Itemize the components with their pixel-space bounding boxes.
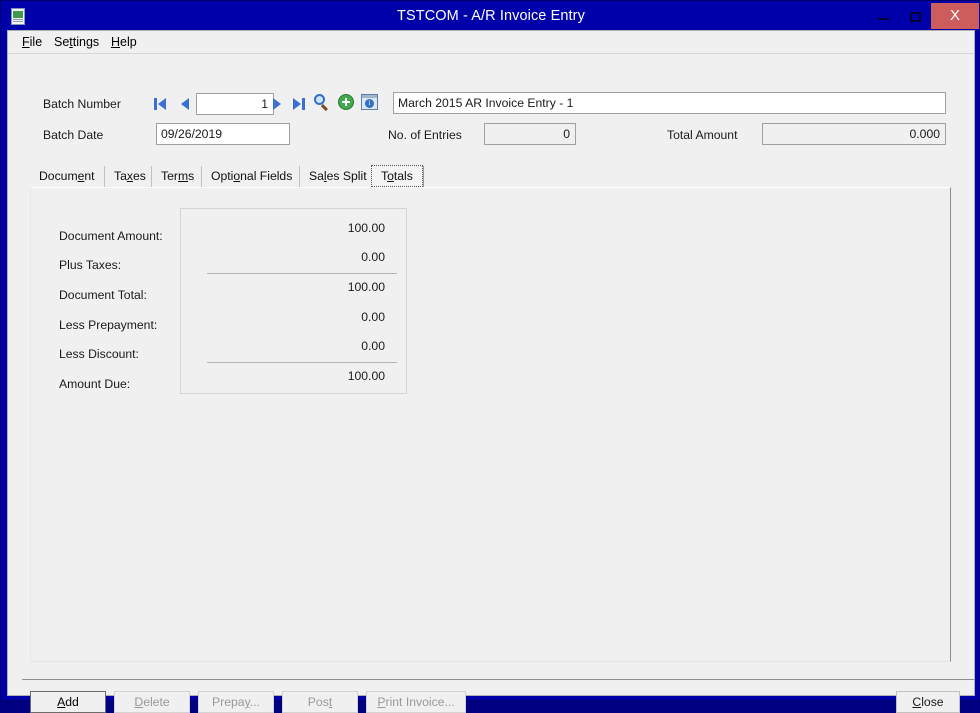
- totals-label: Document Total:: [59, 288, 147, 302]
- total-amount-value: 0.000: [762, 123, 946, 145]
- previous-record-icon[interactable]: [178, 95, 195, 113]
- close-window-button[interactable]: X: [931, 3, 979, 29]
- totals-label: Document Amount:: [59, 229, 163, 243]
- no-of-entries-label: No. of Entries: [388, 128, 462, 142]
- add-button[interactable]: Add: [30, 691, 106, 713]
- totals-value: 100.00: [347, 221, 385, 235]
- tab-label: Terms: [161, 169, 195, 183]
- totals-label: Less Discount:: [59, 347, 139, 361]
- totals-value: 0.00: [361, 250, 385, 264]
- no-of-entries-value: 0: [484, 123, 576, 145]
- batch-date-input[interactable]: 09/26/2019: [156, 123, 290, 145]
- batch-number-label: Batch Number: [43, 97, 121, 111]
- tab-taxes[interactable]: Taxes: [104, 166, 151, 187]
- client-area: File Settings Help Batch Number Batch Da…: [7, 30, 975, 713]
- total-amount-label: Total Amount: [667, 128, 738, 142]
- totals-value: 100.00: [347, 280, 385, 294]
- totals-label: Plus Taxes:: [59, 258, 122, 272]
- print-button: Print Invoice...: [366, 691, 466, 713]
- tab-sales-split[interactable]: Sales Split: [299, 166, 371, 187]
- next-record-icon[interactable]: [270, 95, 287, 113]
- menu-bar: File Settings Help: [8, 31, 974, 54]
- minimize-button[interactable]: [867, 3, 899, 29]
- tab-terms[interactable]: Terms: [151, 166, 201, 187]
- totals-value: 0.00: [361, 339, 385, 353]
- tab-label: Taxes: [114, 169, 146, 183]
- tab-strip: Document Taxes Terms Optional Fields Sales S…: [30, 165, 950, 187]
- tab-document[interactable]: Document: [30, 166, 104, 187]
- batch-number-input[interactable]: 1: [196, 93, 274, 115]
- batch-description-input[interactable]: March 2015 AR Invoice Entry - 1: [393, 92, 946, 114]
- tab-label: Document: [39, 169, 95, 183]
- search-icon[interactable]: [314, 94, 332, 112]
- post-button: Post: [282, 691, 358, 713]
- menu-item-file[interactable]: File: [17, 34, 47, 51]
- delete-button: Delete: [114, 691, 190, 713]
- menu-item-help[interactable]: Help: [106, 34, 142, 51]
- footer-divider: [22, 679, 974, 680]
- totals-value: 100.00: [347, 369, 385, 383]
- last-record-icon[interactable]: [292, 95, 309, 113]
- maximize-icon: [910, 12, 921, 22]
- totals-rule: [207, 273, 397, 274]
- totals-rule: [207, 362, 397, 363]
- application-window: TSTCOM - A/R Invoice Entry X File Settin…: [0, 0, 980, 713]
- first-record-icon[interactable]: [154, 95, 171, 113]
- window-title: TSTCOM - A/R Invoice Entry: [397, 8, 585, 24]
- totals-label: Amount Due:: [59, 377, 131, 391]
- tab-panel-totals: [30, 187, 951, 662]
- tab-label: Sales Split: [309, 169, 367, 183]
- tab-totals[interactable]: Totals: [371, 165, 423, 187]
- totals-label: Less Prepayment:: [59, 318, 158, 332]
- totals-group-box: [180, 208, 407, 394]
- totals-value: 0.00: [361, 310, 385, 324]
- title-bar: TSTCOM - A/R Invoice Entry X: [2, 2, 980, 30]
- batch-info-icon[interactable]: i: [361, 94, 378, 110]
- menu-item-settings[interactable]: Settings: [49, 34, 104, 51]
- minimize-icon: [878, 18, 889, 20]
- tab-optional-fields[interactable]: Optional Fields: [201, 166, 299, 187]
- new-record-icon[interactable]: [338, 94, 354, 110]
- tab-label: Totals: [381, 169, 413, 183]
- batch-date-label: Batch Date: [43, 128, 104, 142]
- maximize-button[interactable]: [899, 3, 931, 29]
- close-button[interactable]: Close: [896, 691, 960, 713]
- prepay-button: Prepay...: [198, 691, 274, 713]
- tab-label: Optional Fields: [211, 169, 293, 183]
